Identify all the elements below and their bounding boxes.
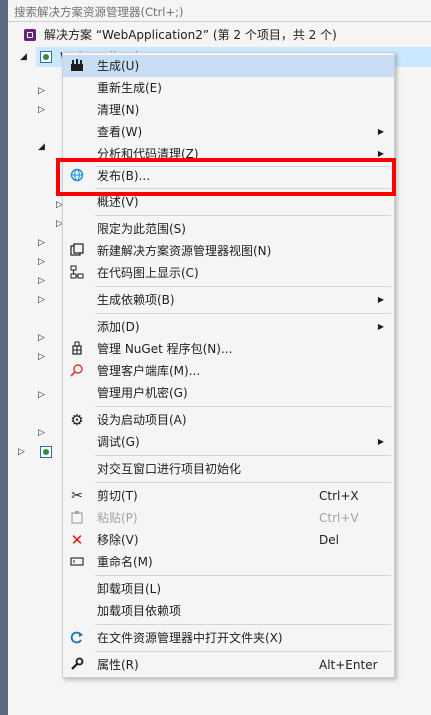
expand-right-icon[interactable]: ▷ [38,233,45,253]
remove-x-icon: ✕ [70,531,84,549]
menu-item-overview[interactable]: 概述(V) [63,191,394,213]
expand-right-icon[interactable]: ▷ [38,385,45,405]
menu-separator [95,215,391,216]
menu-item-interactive-init[interactable]: 对交互窗口进行项目初始化 [63,458,394,480]
scissors-icon: ✂ [71,488,83,504]
menu-item-rename[interactable]: 重命名(M) [63,551,394,573]
menu-separator [95,313,391,314]
menu-item-clean[interactable]: 清理(N) [63,99,394,121]
submenu-arrow-icon: ▶ [377,149,384,158]
submenu-arrow-icon: ▶ [377,322,384,331]
globe-publish-icon [69,168,85,184]
menu-item-view[interactable]: 查看(W) ▶ [63,121,394,143]
menu-item-unload[interactable]: 卸载项目(L) [63,578,394,600]
search-input[interactable]: 搜索解决方案资源管理器(Ctrl+;) [14,5,183,19]
menu-separator [95,455,391,456]
menu-separator [95,188,391,189]
menu-separator [95,651,391,652]
menu-item-set-startup[interactable]: ⚙ 设为启动项目(A) [63,409,394,431]
menu-item-remove[interactable]: ✕ 移除(V) Del [63,529,394,551]
submenu-arrow-icon: ▶ [377,437,384,446]
build-icon [69,58,85,74]
menu-item-debug[interactable]: 调试(G) ▶ [63,431,394,453]
paste-icon [69,510,85,526]
expand-right-icon[interactable]: ▷ [38,271,45,291]
window-edge [0,0,8,715]
code-map-icon [69,265,85,281]
menu-separator [95,406,391,407]
expand-right-icon[interactable]: ▷ [38,290,45,310]
expand-right-icon[interactable]: ▷ [38,100,45,120]
web-project-icon [40,51,52,63]
menu-item-open-folder[interactable]: 在文件资源管理器中打开文件夹(X) [63,627,394,649]
menu-item-cut[interactable]: ✂ 剪切(T) Ctrl+X [63,485,394,507]
wrench-icon [69,657,85,673]
menu-item-build[interactable]: 生成(U) [63,55,394,77]
expand-right-icon[interactable]: ▷ [18,442,25,462]
web-project-icon [40,446,52,458]
menu-item-scope[interactable]: 限定为此范围(S) [63,218,394,240]
menu-separator [95,624,391,625]
menu-separator [95,482,391,483]
client-library-icon [69,363,85,379]
menu-item-add[interactable]: 添加(D) ▶ [63,316,394,338]
menu-item-paste[interactable]: 粘贴(P) Ctrl+V [63,507,394,529]
context-menu: 生成(U) 重新生成(E) 清理(N) 查看(W) ▶ 分析和代码清理(Z) ▶… [62,52,395,678]
expand-right-icon[interactable]: ▷ [38,252,45,272]
menu-item-user-secrets[interactable]: 管理用户机密(G) [63,382,394,404]
expand-down-icon[interactable]: ◢ [38,137,45,157]
menu-item-client-libraries[interactable]: 管理客户端库(M)... [63,360,394,382]
solution-icon [24,29,36,41]
expand-down-icon[interactable]: ◢ [20,47,27,67]
menu-item-analyze[interactable]: 分析和代码清理(Z) ▶ [63,143,394,165]
menu-item-load-deps[interactable]: 加载项目依赖项 [63,600,394,622]
menu-item-properties[interactable]: 属性(R) Alt+Enter [63,654,394,676]
menu-item-publish[interactable]: 发布(B)... [63,165,394,187]
new-view-icon [69,243,85,259]
solution-explorer-search[interactable]: 搜索解决方案资源管理器(Ctrl+;) [0,0,431,22]
menu-item-new-view[interactable]: 新建解决方案资源管理器视图(N) [63,240,394,262]
nuget-icon [69,341,85,357]
menu-item-build-dependencies[interactable]: 生成依赖项(B) ▶ [63,289,394,311]
menu-item-rebuild[interactable]: 重新生成(E) [63,77,394,99]
rename-icon [69,554,85,570]
menu-item-nuget[interactable]: 管理 NuGet 程序包(N)... [63,338,394,360]
gear-icon: ⚙ [70,411,84,429]
expand-right-icon[interactable]: ▷ [38,423,45,443]
menu-item-code-map[interactable]: 在代码图上显示(C) [63,262,394,284]
submenu-arrow-icon: ▶ [377,295,384,304]
refresh-arrow-icon [69,630,85,646]
expand-right-icon[interactable]: ▷ [38,328,45,348]
menu-separator [95,575,391,576]
expand-right-icon[interactable]: ▷ [38,81,45,101]
solution-label: 解决方案 “WebApplication2” (第 2 个项目，共 2 个) [44,28,337,42]
expand-right-icon[interactable]: ▷ [38,347,45,367]
submenu-arrow-icon: ▶ [377,127,384,136]
menu-separator [95,286,391,287]
